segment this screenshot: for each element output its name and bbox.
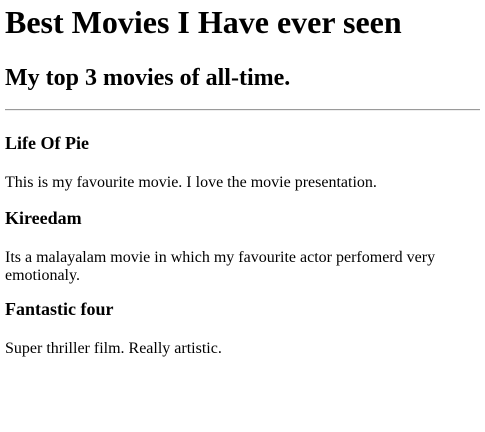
page-subtitle: My top 3 movies of all-time.: [5, 65, 291, 91]
movie-title: Life Of Pie: [5, 133, 89, 153]
movie-title: Kireedam: [5, 208, 82, 228]
movie-entry: Fantastic four Super thriller film. Real…: [5, 299, 480, 358]
movie-entry: Kireedam Its a malayalam movie in which …: [5, 208, 480, 285]
movie-description: This is my favourite movie. I love the m…: [5, 174, 377, 191]
movie-title: Fantastic four: [5, 299, 114, 319]
movie-entry: Life Of Pie This is my favourite movie. …: [5, 133, 480, 192]
page-title: Best Movies I Have ever seen: [5, 4, 402, 40]
page-content: Best Movies I Have ever seen My top 3 mo…: [0, 4, 485, 358]
movie-description: Its a malayalam movie in which my favour…: [5, 249, 436, 284]
movie-description: Super thriller film. Really artistic.: [5, 340, 222, 357]
horizontal-divider: [5, 109, 480, 111]
